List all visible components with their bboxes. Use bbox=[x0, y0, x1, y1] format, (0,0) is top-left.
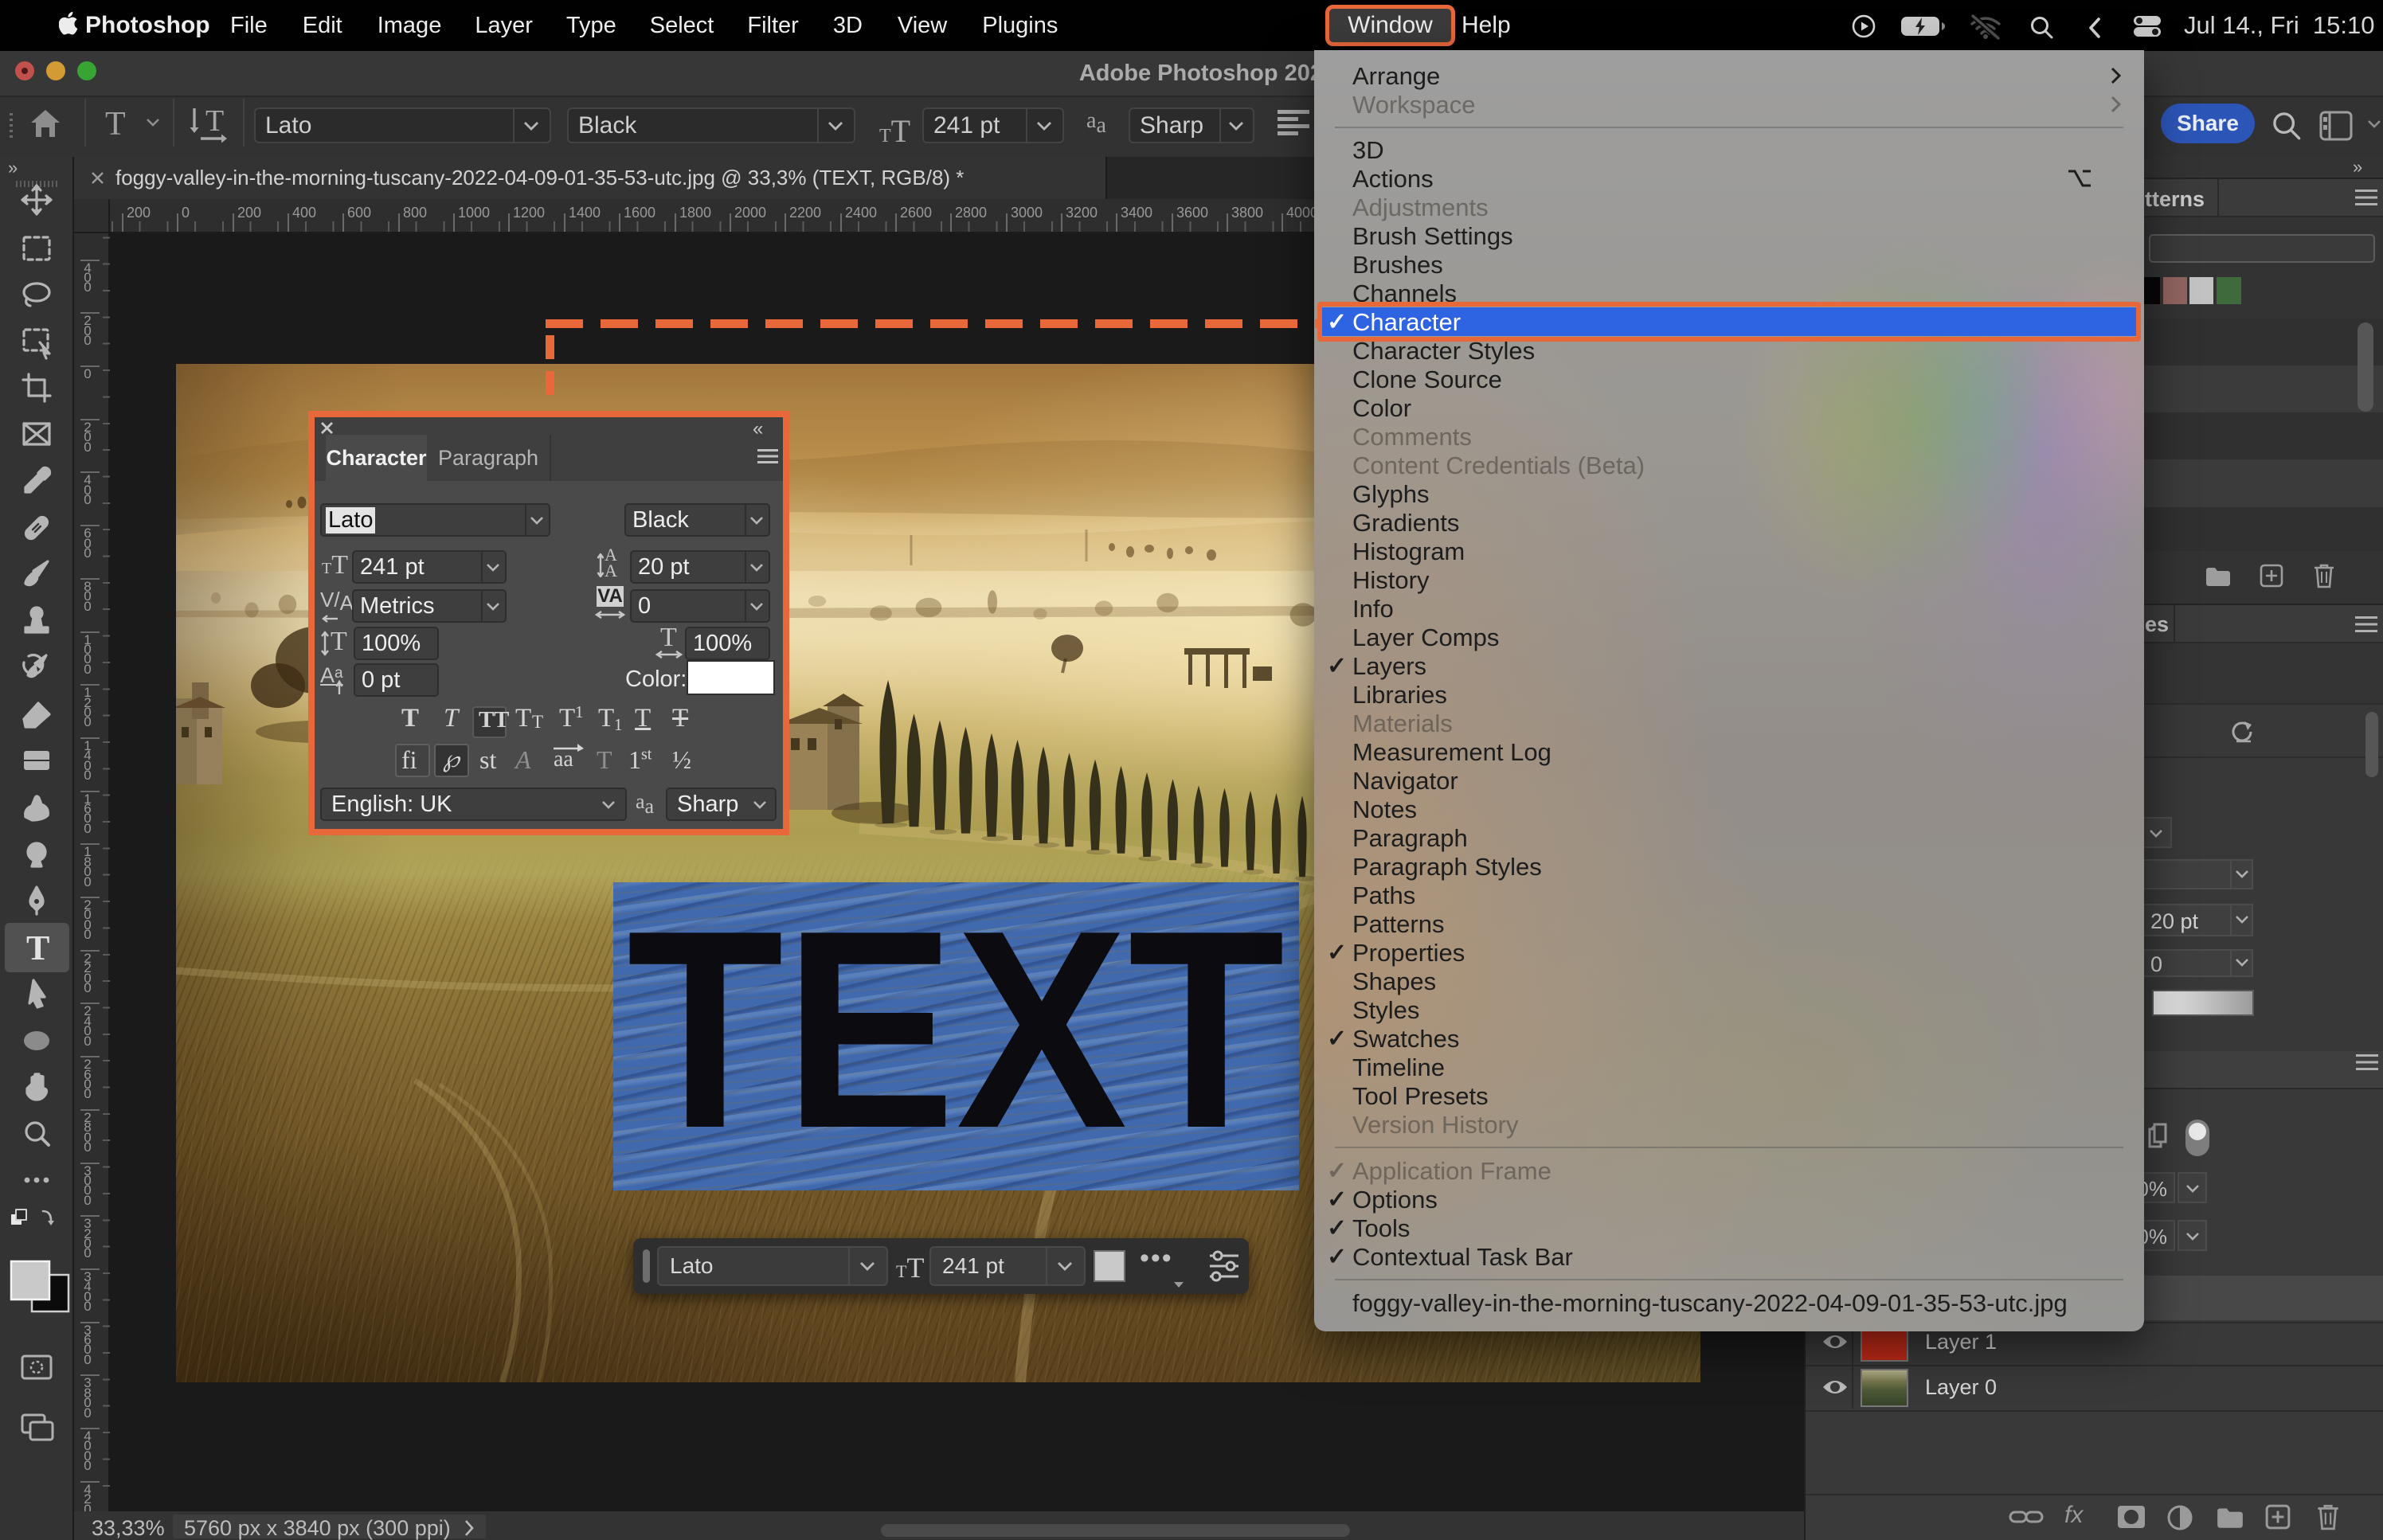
svg-text:T: T bbox=[26, 928, 49, 967]
